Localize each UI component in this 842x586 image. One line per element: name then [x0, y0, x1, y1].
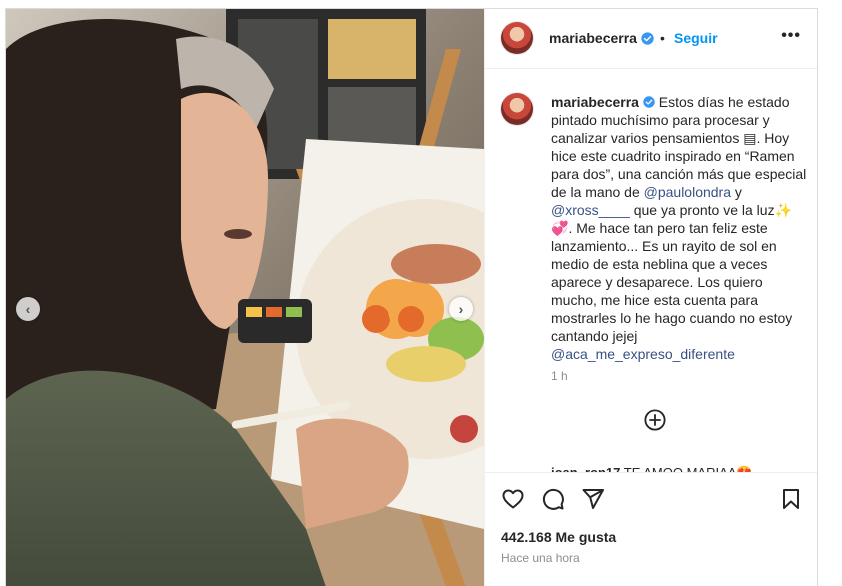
post-timestamp[interactable]: Hace una hora — [501, 551, 580, 565]
caption-emoji-icon: ▤ — [743, 130, 757, 146]
heart-icon[interactable] — [501, 487, 525, 511]
caption-avatar[interactable] — [501, 93, 533, 125]
mention-link[interactable]: @paulolondra — [644, 184, 731, 200]
photo-illustration — [6, 9, 484, 586]
follow-button[interactable]: Seguir — [674, 30, 718, 46]
post-side-panel: mariabecerra • Seguir ••• mariabecerra E… — [484, 9, 817, 586]
mention-link[interactable]: @xross____ — [551, 202, 630, 218]
verified-icon — [643, 96, 655, 108]
post-photo[interactable]: ‹ › — [6, 9, 484, 586]
instagram-post-card: ‹ › mariabecerra • Seguir ••• mariabecer… — [5, 8, 818, 586]
post-header: mariabecerra • Seguir ••• — [485, 9, 817, 69]
prev-icon: ‹ — [25, 301, 31, 317]
caption-text: que ya pronto ve la luz — [629, 202, 775, 218]
share-icon[interactable] — [581, 487, 605, 511]
caption-time: 1 h — [551, 369, 568, 383]
username[interactable]: mariabecerra — [549, 30, 637, 46]
caption-text: . Me hace tan pero tan feliz este lanzam… — [551, 220, 793, 344]
next-slide-button[interactable]: › — [449, 297, 473, 321]
prev-slide-button[interactable]: ‹ — [16, 297, 40, 321]
separator-dot: • — [660, 30, 665, 46]
bookmark-icon[interactable] — [779, 487, 803, 511]
post-actions: 442.168 Me gusta Hace una hora — [485, 472, 817, 586]
post-caption: mariabecerra Estos días he estado pintad… — [551, 93, 811, 363]
add-comment-icon[interactable] — [644, 409, 666, 431]
like-count[interactable]: 442.168 Me gusta — [501, 529, 616, 545]
mention-link[interactable]: @aca_me_expreso_diferente — [551, 346, 735, 362]
verified-icon — [641, 32, 654, 45]
comment-icon[interactable] — [541, 487, 565, 511]
caption-username[interactable]: mariabecerra — [551, 94, 639, 110]
more-icon[interactable]: ••• — [781, 27, 801, 45]
avatar[interactable] — [501, 22, 533, 54]
caption-text: y — [731, 184, 742, 200]
next-icon: › — [458, 301, 464, 317]
